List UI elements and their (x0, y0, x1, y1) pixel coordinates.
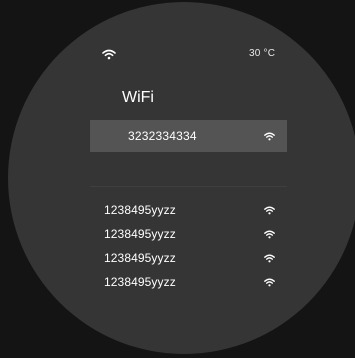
connected-network-name: 3232334334 (128, 129, 197, 143)
network-item[interactable]: 1238495yyzz (90, 246, 287, 270)
network-item[interactable]: 1238495yyzz (90, 270, 287, 294)
temperature-readout: 30 °C (249, 48, 276, 59)
network-item[interactable]: 1238495yyzz (90, 198, 287, 222)
wifi-icon (264, 132, 275, 141)
page-title: WiFi (122, 89, 154, 106)
connected-network-row[interactable]: 3232334334 (90, 120, 287, 152)
wifi-icon (264, 206, 275, 215)
network-name: 1238495yyzz (104, 275, 176, 289)
wifi-icon (264, 278, 275, 287)
round-screen: 30 °C WiFi 3232334334 1238495yyzz 123849… (8, 2, 355, 354)
wifi-icon (264, 230, 275, 239)
network-item[interactable]: 1238495yyzz (90, 222, 287, 246)
section-divider (90, 186, 287, 187)
network-name: 1238495yyzz (104, 203, 176, 217)
network-name: 1238495yyzz (104, 251, 176, 265)
device-frame: 30 °C WiFi 3232334334 1238495yyzz 123849… (0, 0, 355, 358)
network-name: 1238495yyzz (104, 227, 176, 241)
available-network-list: 1238495yyzz 1238495yyzz 1238495yyzz 1238… (90, 198, 287, 294)
wifi-icon (264, 254, 275, 263)
wifi-status-icon (102, 49, 116, 60)
